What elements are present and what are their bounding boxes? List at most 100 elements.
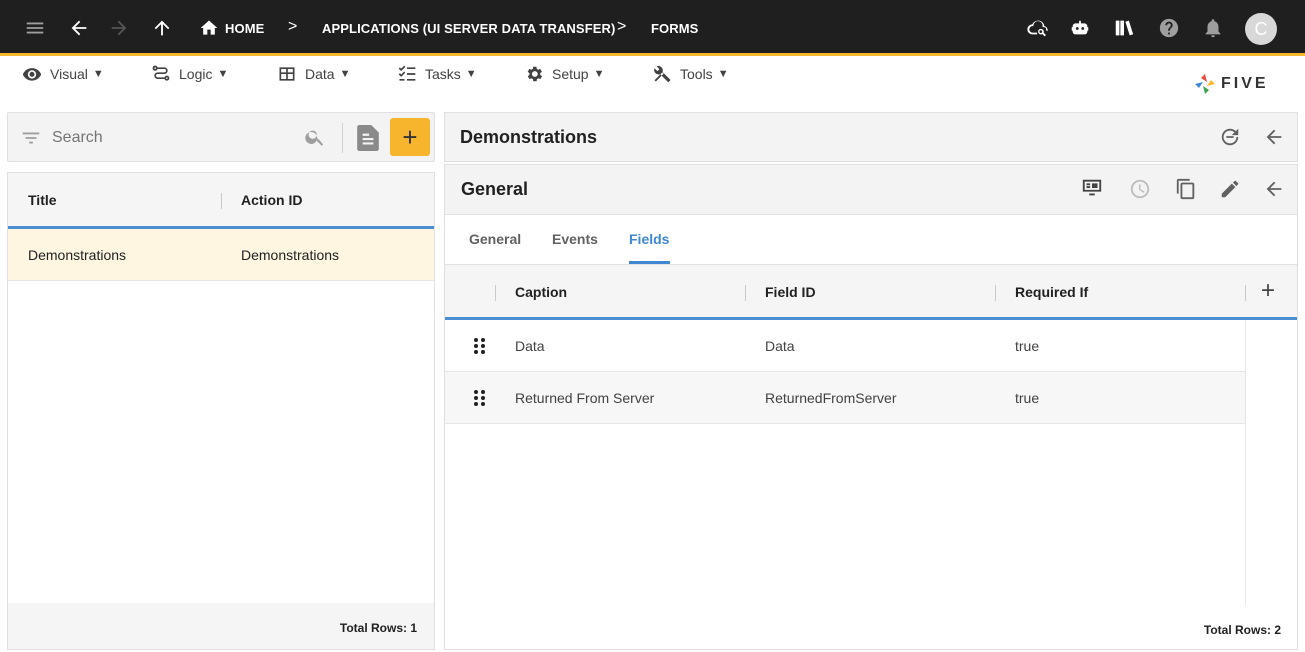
dropdown-caret: ▼	[465, 68, 477, 80]
dropdown-caret: ▼	[217, 68, 229, 80]
toolbar-divider	[342, 123, 343, 153]
cell-field-id: ReturnedFromServer	[765, 390, 897, 406]
eye-icon	[22, 68, 42, 81]
edit-pencil-icon[interactable]	[1219, 178, 1241, 200]
menu-data-label: Data	[305, 66, 335, 82]
logic-icon	[152, 65, 170, 81]
record-header: Demonstrations	[444, 112, 1298, 162]
up-arrow-icon[interactable]	[148, 14, 176, 42]
cell-action-id: Demonstrations	[241, 247, 340, 263]
checklist-icon	[398, 65, 416, 81]
history-back-icon[interactable]	[1219, 126, 1241, 148]
menu-tasks-label: Tasks	[425, 66, 461, 82]
menu-tools[interactable]: Tools ▼	[652, 64, 729, 84]
five-logo-text: FIVE	[1221, 75, 1269, 92]
menu-logic-label: Logic	[179, 66, 213, 82]
breadcrumb-home[interactable]: HOME	[225, 21, 264, 36]
search-input[interactable]	[52, 125, 292, 151]
five-logo: FIVE	[1193, 72, 1269, 96]
five-logo-mark-icon	[1195, 74, 1215, 94]
column-divider	[1245, 285, 1246, 301]
breadcrumb-applications[interactable]: APPLICATIONS (UI SERVER DATA TRANSFER)	[322, 21, 615, 36]
section-header: General	[445, 165, 1297, 215]
add-field-button[interactable]: +	[1261, 279, 1275, 303]
column-divider	[221, 193, 222, 209]
column-divider	[495, 285, 496, 301]
forward-arrow-icon[interactable]	[105, 14, 133, 42]
table-icon	[279, 67, 295, 81]
breadcrumb-forms[interactable]: FORMS	[651, 21, 698, 36]
cell-title: Demonstrations	[28, 247, 127, 263]
copy-icon[interactable]	[1175, 178, 1197, 200]
notification-bell-icon[interactable]	[1199, 14, 1227, 42]
menu-tools-label: Tools	[680, 66, 713, 82]
filter-icon[interactable]	[20, 127, 42, 149]
menu-setup-label: Setup	[552, 66, 589, 82]
menu-data[interactable]: Data ▼	[277, 64, 350, 84]
drag-handle-icon[interactable]	[473, 389, 487, 407]
form-preview-icon[interactable]	[1081, 177, 1103, 199]
tab-fields[interactable]: Fields	[629, 231, 669, 247]
tab-events[interactable]: Events	[552, 231, 598, 247]
dropdown-caret: ▼	[92, 68, 104, 80]
table-row[interactable]: Data Data true	[445, 320, 1245, 372]
tab-general[interactable]: General	[469, 231, 521, 247]
table-header: Title Action ID	[8, 173, 434, 229]
home-icon[interactable]	[195, 14, 223, 42]
back-arrow-icon[interactable]	[65, 14, 93, 42]
table-row[interactable]: Demonstrations Demonstrations	[8, 229, 434, 281]
drag-handle-icon[interactable]	[473, 337, 487, 355]
back-arrow-icon[interactable]	[1263, 178, 1285, 200]
total-rows: Total Rows: 2	[1203, 623, 1281, 637]
record-detail-panel: General General Events Fields Caption Fi…	[444, 164, 1298, 650]
dropdown-caret: ▼	[593, 68, 605, 80]
forms-list-table: Title Action ID Demonstrations Demonstra…	[7, 172, 435, 650]
library-books-icon[interactable]	[1110, 14, 1138, 42]
menu-logic[interactable]: Logic ▼	[151, 64, 228, 84]
main-menu-bar: Visual ▼ Logic ▼ Data ▼ Tasks ▼ Setup ▼ …	[0, 56, 1305, 104]
tab-bar: General Events Fields	[445, 215, 1297, 265]
cell-caption: Returned From Server	[515, 390, 655, 406]
menu-setup[interactable]: Setup ▼	[524, 64, 604, 84]
top-bar: HOME > APPLICATIONS (UI SERVER DATA TRAN…	[0, 0, 1305, 56]
history-clock-icon[interactable]	[1129, 178, 1151, 200]
user-avatar[interactable]: C	[1245, 13, 1277, 45]
fields-table-header: Caption Field ID Required If +	[445, 265, 1297, 320]
section-title: General	[461, 179, 529, 199]
column-header-field-id[interactable]: Field ID	[765, 284, 816, 300]
search-icon[interactable]	[304, 126, 326, 153]
list-search-bar: +	[7, 112, 435, 162]
menu-visual-label: Visual	[50, 66, 88, 82]
breadcrumb-separator: >	[288, 18, 298, 35]
tools-icon	[654, 65, 671, 82]
cell-caption: Data	[515, 338, 545, 354]
column-header-required-if[interactable]: Required If	[1015, 284, 1088, 300]
table-row[interactable]: Returned From Server ReturnedFromServer …	[445, 372, 1245, 424]
cell-required-if: true	[1015, 338, 1040, 354]
cell-field-id: Data	[765, 338, 795, 354]
table-footer: Total Rows: 1	[8, 603, 434, 649]
help-icon[interactable]	[1155, 14, 1183, 42]
column-divider	[995, 285, 996, 301]
breadcrumb-separator: >	[617, 18, 627, 35]
robot-icon[interactable]	[1066, 14, 1094, 42]
menu-visual[interactable]: Visual ▼	[22, 64, 104, 84]
column-header-title[interactable]: Title	[28, 192, 57, 208]
document-icon[interactable]	[357, 125, 379, 156]
total-rows: Total Rows: 1	[339, 621, 417, 635]
hamburger-menu-icon[interactable]	[21, 14, 49, 42]
add-record-button[interactable]: +	[390, 118, 430, 156]
dropdown-caret: ▼	[717, 68, 729, 80]
dropdown-caret: ▼	[339, 68, 351, 80]
back-arrow-icon[interactable]	[1263, 126, 1285, 148]
table-column-line	[1245, 320, 1246, 605]
menu-tasks[interactable]: Tasks ▼	[397, 64, 477, 84]
column-header-caption[interactable]: Caption	[515, 284, 567, 300]
gear-icon	[527, 66, 543, 82]
cell-required-if: true	[1015, 390, 1040, 406]
record-title: Demonstrations	[460, 127, 598, 147]
column-divider	[745, 285, 746, 301]
cloud-search-icon[interactable]	[1024, 14, 1052, 42]
column-header-action-id[interactable]: Action ID	[241, 192, 302, 208]
active-tab-indicator	[629, 261, 670, 264]
